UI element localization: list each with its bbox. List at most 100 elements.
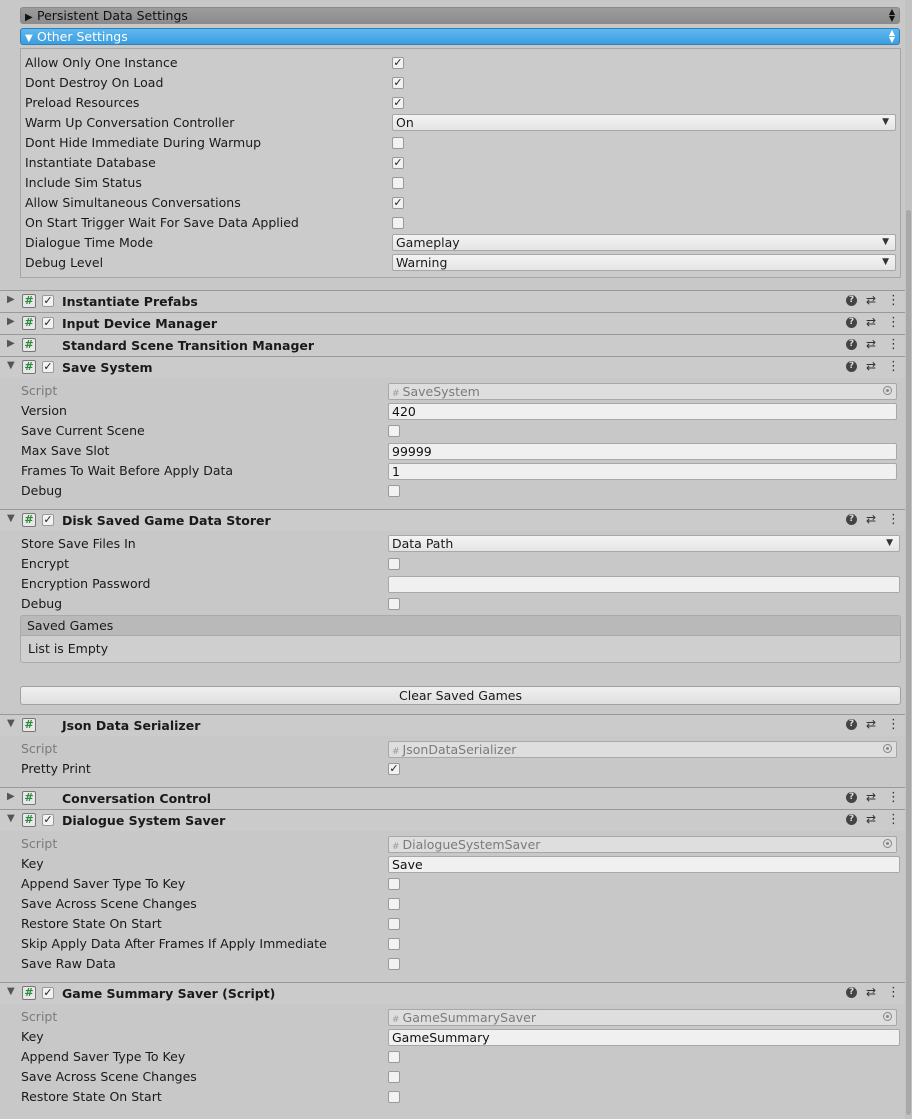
component-header-dialogue-system-saver[interactable]: ▼ # ✓ Dialogue System Saver ? ⇄ ⋮ bbox=[0, 809, 905, 831]
foldout-persistent-data-settings[interactable]: ▶ Persistent Data Settings ▲ ▼ bbox=[20, 7, 900, 24]
dialogue-time-mode-dropdown[interactable]: Gameplay ▼ bbox=[392, 234, 896, 251]
scrollbar[interactable] bbox=[905, 0, 912, 1119]
field-label: Append Saver Type To Key bbox=[21, 1049, 186, 1064]
max-save-slot-input[interactable]: 99999 bbox=[388, 443, 897, 460]
help-icon[interactable]: ? bbox=[846, 814, 857, 825]
object-picker-icon[interactable] bbox=[883, 1012, 892, 1021]
script-field[interactable]: # GameSummarySaver bbox=[388, 1009, 897, 1026]
chevron-down-icon[interactable]: ▼ bbox=[7, 986, 15, 997]
scrollbar-thumb[interactable] bbox=[906, 210, 911, 1115]
help-icon[interactable]: ? bbox=[846, 361, 857, 372]
encrypt-checkbox[interactable] bbox=[388, 558, 400, 570]
chevron-right-icon[interactable]: ▶ bbox=[7, 338, 15, 349]
dont-destroy-on-load-checkbox[interactable]: ✓ bbox=[392, 77, 404, 89]
debug-checkbox[interactable] bbox=[388, 598, 400, 610]
menu-icon[interactable]: ⋮ bbox=[887, 359, 900, 374]
debug-checkbox[interactable] bbox=[388, 485, 400, 497]
preset-icon[interactable]: ⇄ bbox=[866, 512, 876, 526]
component-header-json-data-serializer[interactable]: ▼ # Json Data Serializer ? ⇄ ⋮ bbox=[0, 714, 905, 736]
component-header-conversation-control[interactable]: ▶ # Conversation Control ? ⇄ ⋮ bbox=[0, 787, 905, 809]
menu-icon[interactable]: ⋮ bbox=[887, 315, 900, 330]
script-field[interactable]: # SaveSystem bbox=[388, 383, 897, 400]
component-enabled-checkbox[interactable]: ✓ bbox=[42, 514, 54, 526]
key-input[interactable]: GameSummary bbox=[388, 1029, 900, 1046]
version-input[interactable]: 420 bbox=[388, 403, 897, 420]
restore-state-checkbox[interactable] bbox=[388, 918, 400, 930]
component-title: Json Data Serializer bbox=[62, 718, 201, 733]
save-current-scene-checkbox[interactable] bbox=[388, 425, 400, 437]
help-icon[interactable]: ? bbox=[846, 792, 857, 803]
help-icon[interactable]: ? bbox=[846, 339, 857, 350]
chevron-down-icon[interactable]: ▼ bbox=[7, 513, 15, 524]
component-enabled-checkbox[interactable]: ✓ bbox=[42, 814, 54, 826]
append-saver-type-checkbox[interactable] bbox=[388, 878, 400, 890]
dont-hide-immediate-checkbox[interactable] bbox=[392, 137, 404, 149]
save-across-scene-checkbox[interactable] bbox=[388, 898, 400, 910]
save-raw-data-checkbox[interactable] bbox=[388, 958, 400, 970]
warm-up-dropdown[interactable]: On ▼ bbox=[392, 114, 896, 131]
key-input[interactable]: Save bbox=[388, 856, 900, 873]
field-label: Skip Apply Data After Frames If Apply Im… bbox=[21, 936, 327, 951]
object-picker-icon[interactable] bbox=[883, 744, 892, 753]
script-field[interactable]: # DialogueSystemSaver bbox=[388, 836, 897, 853]
dropdown-value: Data Path bbox=[392, 536, 454, 551]
append-saver-type-checkbox[interactable] bbox=[388, 1051, 400, 1063]
chevron-right-icon[interactable]: ▶ bbox=[7, 791, 15, 802]
object-picker-icon[interactable] bbox=[883, 839, 892, 848]
menu-icon[interactable]: ⋮ bbox=[887, 717, 900, 732]
help-icon[interactable]: ? bbox=[846, 719, 857, 730]
script-field[interactable]: # JsonDataSerializer bbox=[388, 741, 897, 758]
component-header-standard-scene-transition[interactable]: ▶ # Standard Scene Transition Manager ? … bbox=[0, 334, 905, 356]
menu-icon[interactable]: ⋮ bbox=[887, 293, 900, 308]
component-enabled-checkbox[interactable]: ✓ bbox=[42, 987, 54, 999]
preset-icon[interactable]: ⇄ bbox=[866, 812, 876, 826]
component-enabled-checkbox[interactable]: ✓ bbox=[42, 295, 54, 307]
component-header-game-summary-saver[interactable]: ▼ # ✓ Game Summary Saver (Script) ? ⇄ ⋮ bbox=[0, 982, 905, 1004]
preset-icon[interactable]: ⇄ bbox=[866, 717, 876, 731]
on-start-trigger-wait-checkbox[interactable] bbox=[392, 217, 404, 229]
instantiate-database-checkbox[interactable]: ✓ bbox=[392, 157, 404, 169]
component-header-instantiate-prefabs[interactable]: ▶ # ✓ Instantiate Prefabs ? ⇄ ⋮ bbox=[0, 290, 905, 312]
preset-icon[interactable]: ⇄ bbox=[866, 293, 876, 307]
component-title: Game Summary Saver (Script) bbox=[62, 986, 276, 1001]
foldout-other-settings[interactable]: ▼ Other Settings ▲ ▼ bbox=[20, 28, 900, 45]
component-enabled-checkbox[interactable]: ✓ bbox=[42, 361, 54, 373]
preset-icon[interactable]: ⇄ bbox=[866, 337, 876, 351]
object-picker-icon[interactable] bbox=[883, 386, 892, 395]
help-icon[interactable]: ? bbox=[846, 514, 857, 525]
restore-state-checkbox[interactable] bbox=[388, 1091, 400, 1103]
preset-icon[interactable]: ⇄ bbox=[866, 359, 876, 373]
encryption-password-input[interactable] bbox=[388, 576, 900, 593]
allow-only-one-instance-checkbox[interactable]: ✓ bbox=[392, 57, 404, 69]
menu-icon[interactable]: ⋮ bbox=[887, 790, 900, 805]
menu-icon[interactable]: ⋮ bbox=[887, 812, 900, 827]
save-across-scene-checkbox[interactable] bbox=[388, 1071, 400, 1083]
chevron-down-icon[interactable]: ▼ bbox=[7, 718, 15, 729]
debug-level-dropdown[interactable]: Warning ▼ bbox=[392, 254, 896, 271]
frames-to-wait-input[interactable]: 1 bbox=[388, 463, 897, 480]
help-icon[interactable]: ? bbox=[846, 317, 857, 328]
skip-apply-data-checkbox[interactable] bbox=[388, 938, 400, 950]
chevron-right-icon[interactable]: ▶ bbox=[7, 294, 15, 305]
component-enabled-checkbox[interactable]: ✓ bbox=[42, 317, 54, 329]
allow-simultaneous-checkbox[interactable]: ✓ bbox=[392, 197, 404, 209]
store-save-files-dropdown[interactable]: Data Path ▼ bbox=[388, 535, 900, 552]
menu-icon[interactable]: ⋮ bbox=[887, 512, 900, 527]
preload-resources-checkbox[interactable]: ✓ bbox=[392, 97, 404, 109]
preset-icon[interactable]: ⇄ bbox=[866, 315, 876, 329]
include-sim-status-checkbox[interactable] bbox=[392, 177, 404, 189]
chevron-right-icon[interactable]: ▶ bbox=[7, 316, 15, 327]
pretty-print-checkbox[interactable]: ✓ bbox=[388, 763, 400, 775]
chevron-down-icon[interactable]: ▼ bbox=[7, 360, 15, 371]
menu-icon[interactable]: ⋮ bbox=[887, 985, 900, 1000]
help-icon[interactable]: ? bbox=[846, 987, 857, 998]
chevron-down-icon[interactable]: ▼ bbox=[7, 813, 15, 824]
preset-icon[interactable]: ⇄ bbox=[866, 985, 876, 999]
preset-icon[interactable]: ⇄ bbox=[866, 790, 876, 804]
component-header-disk-saved-game-data-storer[interactable]: ▼ # ✓ Disk Saved Game Data Storer ? ⇄ ⋮ bbox=[0, 509, 905, 531]
component-header-input-device-manager[interactable]: ▶ # ✓ Input Device Manager ? ⇄ ⋮ bbox=[0, 312, 905, 334]
component-header-save-system[interactable]: ▼ # ✓ Save System ? ⇄ ⋮ bbox=[0, 356, 905, 378]
menu-icon[interactable]: ⋮ bbox=[887, 337, 900, 352]
help-icon[interactable]: ? bbox=[846, 295, 857, 306]
clear-saved-games-button[interactable]: Clear Saved Games bbox=[20, 686, 901, 705]
